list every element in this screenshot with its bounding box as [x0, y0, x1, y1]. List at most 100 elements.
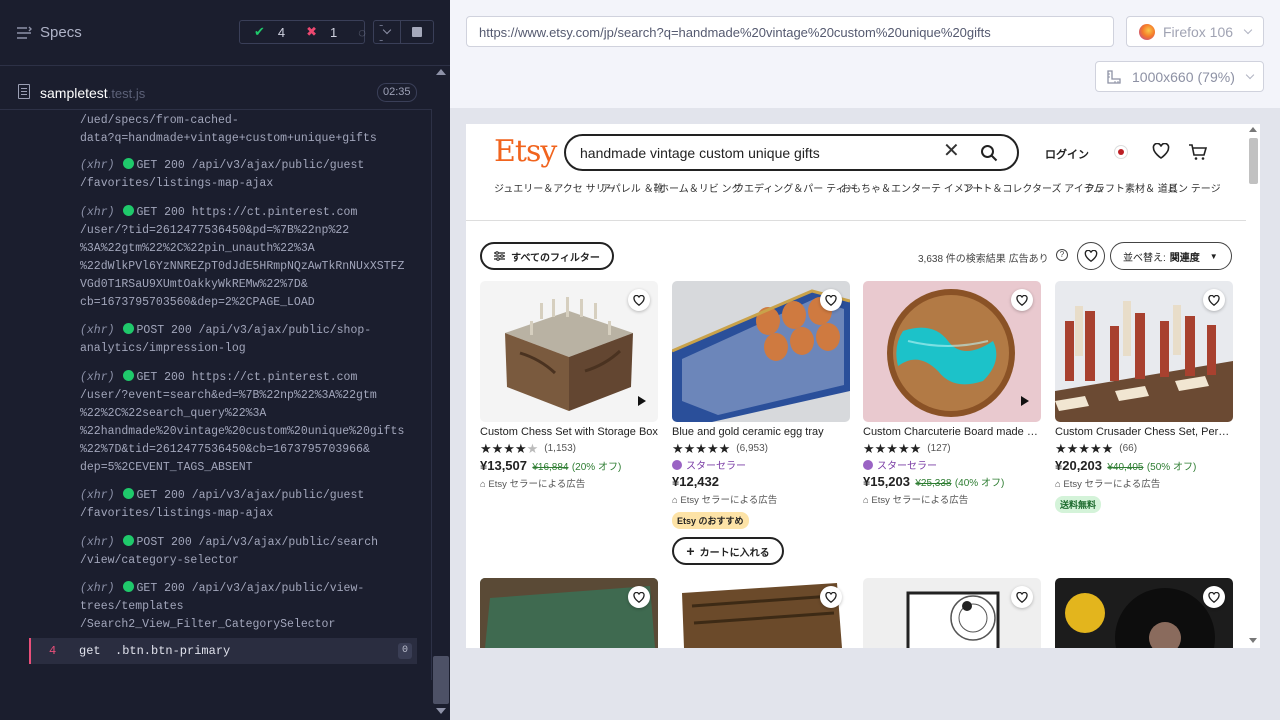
- heart-icon: [1208, 294, 1220, 306]
- product-card[interactable]: Custom Charcuterie Board made of olive w…: [863, 281, 1041, 506]
- success-dot-icon: [122, 370, 134, 381]
- login-link[interactable]: ログイン: [1045, 146, 1089, 162]
- product-title[interactable]: Blue and gold ceramic egg tray: [672, 426, 850, 438]
- page-scrollbar[interactable]: [1246, 124, 1260, 648]
- cart-icon[interactable]: [1188, 143, 1208, 161]
- all-filters-button[interactable]: すべてのフィルター: [480, 242, 614, 270]
- play-icon[interactable]: [638, 396, 646, 406]
- heart-icon: [825, 591, 837, 603]
- product-card[interactable]: Custom Chess Set with Storage Box ★★★★ ★ (…: [480, 281, 658, 490]
- heart-icon[interactable]: [1152, 143, 1170, 159]
- category-link[interactable]: アート＆コレクターズ アイテム: [963, 183, 1103, 196]
- log-scrollbar[interactable]: [432, 66, 450, 720]
- scroll-up-icon[interactable]: [1249, 127, 1257, 132]
- scroll-down-icon[interactable]: [1249, 638, 1257, 643]
- category-link[interactable]: ジュエリー＆アクセ サリー: [494, 183, 616, 196]
- favorite-button[interactable]: [820, 586, 842, 608]
- product-title[interactable]: Custom Charcuterie Board made of olive w…: [863, 426, 1041, 438]
- success-dot-icon: [122, 158, 134, 169]
- stop-icon: [412, 27, 422, 37]
- spec-file-name[interactable]: sampletest.test.js: [40, 85, 145, 101]
- specs-toggle-button[interactable]: Specs: [16, 24, 82, 41]
- command-log: /ued/specs/from-cached- data?q=handmade+…: [0, 110, 432, 680]
- category-link[interactable]: ホーム＆リビ ング: [659, 183, 741, 196]
- stop-button[interactable]: [401, 20, 434, 44]
- add-to-cart-button[interactable]: + カートに入れる: [672, 537, 784, 565]
- free-shipping-badge: 送料無料: [1055, 496, 1102, 513]
- product-image[interactable]: [1055, 578, 1233, 648]
- command-log-panel: Specs ✔ 4 ✖ 1 ◌ -- sampletest.test.js 02:35…: [0, 0, 450, 720]
- ad-text: Etsy セラーによる広告: [488, 479, 586, 490]
- product-title[interactable]: Custom Chess Set with Storage Box: [480, 426, 658, 438]
- region-flag-icon[interactable]: [1114, 145, 1128, 159]
- log-entry[interactable]: (xhr) GET 200 /api/v3/ajax/public/guest /…: [80, 487, 416, 523]
- scroll-up-icon[interactable]: [436, 69, 446, 75]
- product-image[interactable]: [672, 578, 850, 648]
- active-command-row[interactable]: 4 get .btn.btn-primary 0: [29, 638, 417, 664]
- log-text: /ued/specs/from-cached- data?q=handmade+…: [80, 114, 377, 145]
- price-line: ¥20,203 ¥40,405 (50% オフ): [1055, 458, 1233, 473]
- viewport-info[interactable]: 1000x660 (79%): [1095, 61, 1264, 92]
- category-link[interactable]: アパレル ＆靴: [601, 183, 664, 196]
- product-image[interactable]: [1055, 281, 1233, 422]
- log-entry[interactable]: (xhr) POST 200 /api/v3/ajax/public/shop- …: [80, 322, 416, 358]
- log-entry[interactable]: (xhr) GET 200 /api/v3/ajax/public/view- t…: [80, 580, 416, 634]
- product-image[interactable]: [863, 578, 1041, 648]
- favorite-button[interactable]: [820, 289, 842, 311]
- auto-scroll-button[interactable]: [373, 20, 401, 44]
- product-image[interactable]: [672, 281, 850, 422]
- url-bar[interactable]: https://www.etsy.com/jp/search?q=handmad…: [466, 16, 1114, 47]
- scroll-thumb[interactable]: [1249, 138, 1258, 184]
- category-link[interactable]: クラフト素材＆ 道具: [1085, 183, 1178, 196]
- discount: (50% オフ): [1146, 462, 1197, 473]
- product-image[interactable]: [480, 281, 658, 422]
- star-icon: ★★★★★: [672, 440, 731, 456]
- price-line: ¥12,432: [672, 474, 850, 489]
- original-price: ¥16,884: [532, 462, 569, 473]
- test-stats: ✔ 4 ✖ 1 ◌ --: [239, 17, 383, 47]
- favorite-button[interactable]: [628, 586, 650, 608]
- star-seller-icon: [863, 459, 873, 470]
- product-image[interactable]: [480, 578, 658, 648]
- scroll-thumb[interactable]: [433, 656, 449, 704]
- etsy-logo[interactable]: Etsy: [494, 134, 557, 169]
- favorite-search-button[interactable]: [1077, 242, 1105, 270]
- star-icon: ★★★★★: [863, 440, 922, 456]
- category-link[interactable]: ウエディング＆パー ティー: [734, 183, 855, 196]
- file-ext: .test.js: [107, 86, 146, 101]
- product-rating: ★★★★★ (127): [863, 441, 1041, 456]
- success-dot-icon: [122, 205, 134, 216]
- favorite-button[interactable]: [628, 289, 650, 311]
- product-card[interactable]: Custom Crusader Chess Set, Personalized …: [1055, 281, 1233, 513]
- log-type: (xhr): [80, 489, 115, 502]
- log-entry[interactable]: (xhr) GET 200 https://ct.pinterest.com /u…: [80, 204, 416, 312]
- review-count: (127): [927, 443, 951, 454]
- product-image[interactable]: [863, 281, 1041, 422]
- spec-file-header: sampletest.test.js 02:35: [0, 76, 432, 110]
- search-icon[interactable]: [980, 144, 998, 162]
- favorite-button[interactable]: [1203, 586, 1225, 608]
- aut-container: Etsy handmade vintage custom unique gift…: [450, 108, 1280, 720]
- favorite-button[interactable]: [1011, 289, 1033, 311]
- clear-icon[interactable]: ✕: [943, 141, 960, 161]
- help-icon[interactable]: ?: [1056, 249, 1068, 261]
- play-icon[interactable]: [1021, 396, 1029, 406]
- log-entry[interactable]: (xhr) POST 200 /api/v3/ajax/public/search…: [80, 534, 416, 570]
- sort-dropdown[interactable]: 並べ替え: 関連度 ▼: [1110, 242, 1232, 270]
- star-seller-badge: スターセラー: [672, 457, 850, 472]
- browser-selector[interactable]: Firefox 106: [1126, 16, 1264, 47]
- category-link[interactable]: ビン テージ: [1168, 183, 1221, 196]
- favorite-button[interactable]: [1203, 289, 1225, 311]
- log-entry[interactable]: (xhr) GET 200 /api/v3/ajax/public/guest /…: [80, 157, 416, 193]
- product-title[interactable]: Custom Crusader Chess Set, Personalized: [1055, 426, 1233, 438]
- passed-stat: ✔ 4: [240, 24, 292, 40]
- log-entry[interactable]: /ued/specs/from-cached- data?q=handmade+…: [80, 112, 416, 148]
- scroll-down-icon[interactable]: [436, 708, 446, 714]
- favorite-button[interactable]: [1011, 586, 1033, 608]
- product-card[interactable]: Blue and gold ceramic egg tray ★★★★★ (6,9…: [672, 281, 850, 565]
- log-entry[interactable]: (xhr) GET 200 https://ct.pinterest.com /u…: [80, 369, 416, 477]
- heart-icon: [633, 591, 645, 603]
- star-seller-label: スターセラー: [877, 461, 937, 472]
- browser-name: Firefox 106: [1163, 23, 1234, 40]
- price: ¥13,507: [480, 458, 527, 473]
